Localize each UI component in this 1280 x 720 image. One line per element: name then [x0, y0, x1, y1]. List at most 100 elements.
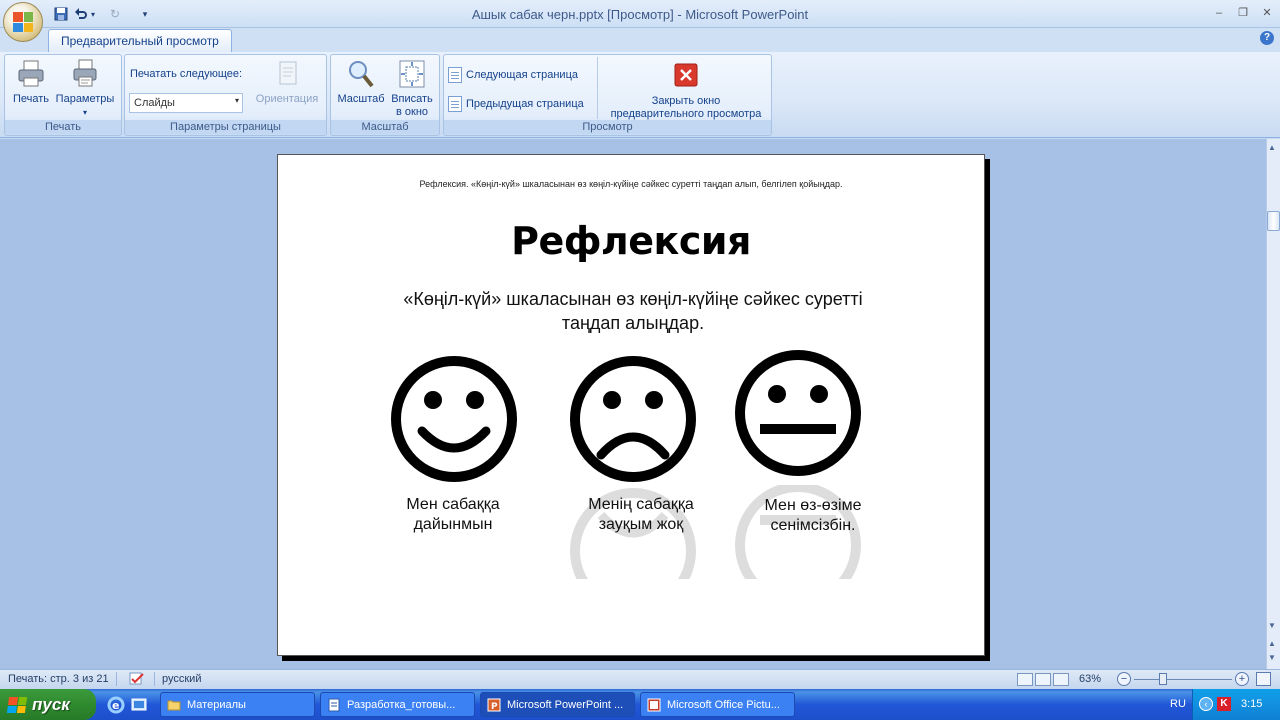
happy-face-icon — [388, 353, 520, 488]
next-page-icon — [448, 67, 462, 83]
sad-face-icon — [567, 353, 699, 488]
task-label: Microsoft PowerPoint ... — [507, 698, 624, 711]
printer-settings-icon — [70, 59, 100, 89]
zoom-level[interactable]: 63% — [1079, 673, 1101, 685]
svg-text:e: e — [112, 699, 119, 712]
window-title: Ашык сабак черн.pptx [Просмотр] - Micros… — [471, 7, 809, 22]
tray-expand-icon[interactable]: ‹ — [1199, 697, 1213, 711]
page-header: Рефлексия. «Көңіл-күй» шкаласынан өз көң… — [419, 179, 843, 189]
restore-icon[interactable]: ❐ — [1235, 6, 1251, 20]
system-tray: ‹ K 3:15 — [1192, 689, 1280, 720]
status-page-info: Печать: стр. 3 из 21 — [8, 673, 109, 685]
show-desktop-icon[interactable] — [130, 696, 148, 717]
zoom-in-icon[interactable]: + — [1235, 672, 1249, 686]
group-print: Печать Параметры ▾ Печать — [4, 54, 122, 136]
task-word-doc[interactable]: Разработка_готовы... — [320, 692, 475, 717]
close-preview-button[interactable]: Закрыть окно предварительного просмотра — [604, 63, 768, 121]
task-office-picture[interactable]: Microsoft Office Pictu... — [640, 692, 795, 717]
print-button[interactable]: Печать — [9, 59, 53, 106]
happy-caption-line-1: Мен сабаққа — [406, 496, 500, 513]
happy-caption: Мен сабаққа дайынмын — [373, 495, 533, 535]
fit-window-icon — [397, 59, 427, 89]
slide-sorter-view-icon[interactable] — [1035, 673, 1051, 686]
zoom-button[interactable]: Масштаб — [335, 59, 387, 106]
orientation-icon — [272, 59, 302, 89]
sad-caption: Менің сабаққа зауқым жоқ — [561, 495, 721, 535]
svg-text:P: P — [491, 702, 498, 712]
office-button[interactable] — [3, 2, 43, 42]
close-icon[interactable]: ✕ — [1259, 6, 1275, 20]
scroll-down-icon[interactable]: ▼ — [1268, 621, 1276, 630]
sad-caption-line-1: Менің сабаққа — [588, 496, 694, 513]
folder-icon — [167, 698, 181, 712]
neutral-caption-line-1: Мен өз-өзіме — [764, 497, 862, 514]
orientation-button-label: Ориентация — [255, 93, 319, 105]
print-what-value: Слайды — [134, 97, 175, 109]
status-divider-2 — [154, 672, 155, 686]
group-page-setup: Печатать следующее: Слайды ▾ Ориентация … — [124, 54, 327, 136]
office-logo-icon — [13, 12, 33, 32]
ie-icon[interactable]: e — [107, 696, 125, 717]
zoom-slider-track[interactable] — [1134, 679, 1232, 680]
previous-page-label: Предыдущая страница — [466, 98, 584, 110]
vertical-scrollbar[interactable]: ▲ ▼ ▲ ▼ — [1266, 139, 1280, 669]
powerpoint-icon: P — [487, 698, 501, 712]
group-preview: Следующая страница Предыдущая страница З… — [443, 54, 772, 136]
slideshow-view-icon[interactable] — [1053, 673, 1069, 686]
task-powerpoint[interactable]: P Microsoft PowerPoint ... — [480, 692, 635, 717]
print-what-label: Печатать следующее: — [130, 68, 243, 80]
word-document-icon — [327, 698, 341, 712]
fit-slide-icon[interactable] — [1256, 672, 1271, 686]
parameters-button[interactable]: Параметры ▾ — [53, 59, 117, 119]
status-divider — [116, 672, 117, 686]
scroll-thumb[interactable] — [1267, 211, 1280, 231]
next-page-button[interactable]: Следующая страница — [448, 67, 578, 83]
printer-icon — [16, 59, 46, 89]
neutral-face-icon — [732, 347, 864, 482]
previous-page-button[interactable]: Предыдущая страница — [448, 96, 584, 112]
zoom-button-label: Масштаб — [337, 93, 385, 105]
fit-to-window-button[interactable]: Вписать в окно — [387, 59, 437, 119]
group-page-setup-label: Параметры страницы — [125, 120, 326, 134]
close-preview-label-1: Закрыть окно — [651, 95, 721, 107]
zoom-out-icon[interactable]: − — [1117, 672, 1131, 686]
normal-view-icon[interactable] — [1017, 673, 1033, 686]
fit-to-window-label-1: Вписать — [391, 93, 433, 105]
tab-print-preview[interactable]: Предварительный просмотр — [48, 29, 232, 52]
orientation-button[interactable]: Ориентация — [251, 59, 323, 106]
group-zoom-label: Масштаб — [331, 120, 439, 134]
slide-subtitle-line-1: «Көңіл-күй» шкаласынан өз көңіл-күйіңе с… — [403, 289, 863, 309]
print-what-select[interactable]: Слайды ▾ — [129, 93, 243, 113]
fit-to-window-label-2: в окно — [395, 106, 429, 118]
spellcheck-icon[interactable] — [128, 671, 146, 690]
group-zoom: Масштаб Вписать в окно Масштаб — [330, 54, 440, 136]
magnifier-icon — [346, 59, 376, 89]
slide-subtitle-line-2: таңдап алыңдар. — [561, 313, 705, 333]
next-page-label: Следующая страница — [466, 69, 578, 81]
windows-logo-icon — [6, 696, 28, 713]
help-icon[interactable]: ? — [1260, 31, 1274, 45]
picture-manager-icon — [647, 698, 661, 712]
zoom-slider-thumb[interactable] — [1159, 673, 1167, 685]
parameters-dropdown-icon: ▾ — [82, 108, 87, 117]
taskbar: пуск e Материалы Разработка_готовы... P … — [0, 689, 1280, 720]
neutral-caption-line-2: сенімсізбін. — [770, 517, 856, 534]
minimize-icon[interactable]: ‒ — [1211, 6, 1227, 20]
group-preview-label: Просмотр — [444, 120, 771, 134]
antivirus-icon[interactable]: K — [1217, 697, 1231, 711]
sad-caption-line-2: зауқым жоқ — [598, 516, 684, 533]
start-button[interactable]: пуск — [0, 689, 96, 720]
next-page-scroll-icon[interactable]: ▼ — [1268, 653, 1276, 662]
group-print-label: Печать — [5, 120, 121, 134]
previous-page-scroll-icon[interactable]: ▲ — [1268, 639, 1276, 648]
clock[interactable]: 3:15 — [1241, 698, 1262, 710]
status-language[interactable]: русский — [162, 673, 201, 685]
task-label: Разработка_готовы... — [347, 698, 456, 711]
language-indicator[interactable]: RU — [1170, 698, 1186, 710]
slide-title: Рефлексия — [511, 219, 751, 263]
scroll-up-icon[interactable]: ▲ — [1268, 143, 1276, 152]
previous-page-icon — [448, 96, 462, 112]
parameters-button-label: Параметры — [55, 93, 115, 105]
neutral-caption: Мен өз-өзіме сенімсізбін. — [733, 496, 893, 536]
task-materials[interactable]: Материалы — [160, 692, 315, 717]
